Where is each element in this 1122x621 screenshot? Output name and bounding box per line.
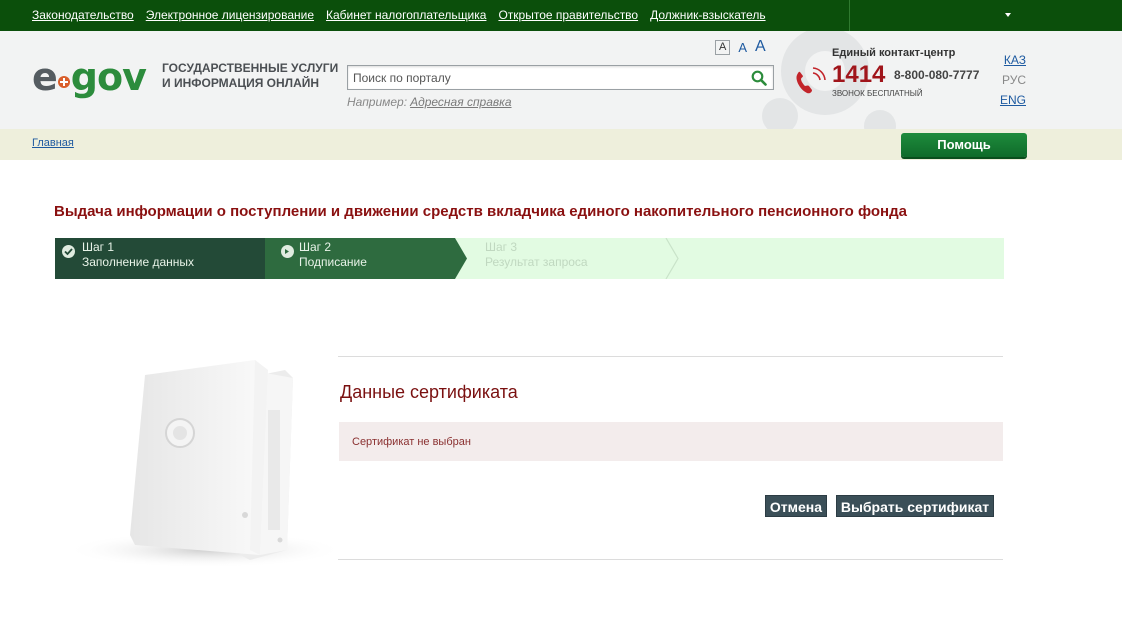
phone-icon xyxy=(796,67,826,94)
tagline-line2: И ИНФОРМАЦИЯ ОНЛАЙН xyxy=(162,76,320,90)
arrow-icon xyxy=(281,245,294,258)
search-example: Например: Адресная справка xyxy=(347,95,512,109)
example-prefix: Например: xyxy=(347,95,408,109)
chevron-down-icon[interactable] xyxy=(1005,13,1011,17)
contact-phone-number: 8-800-080-7777 xyxy=(894,68,980,82)
step-1: Шаг 1 Заполнение данных xyxy=(82,240,194,270)
step-3-number: Шаг 3 xyxy=(485,240,518,254)
contact-short-number: 1414 xyxy=(832,61,886,88)
certificate-title: Данные сертификата xyxy=(340,382,518,402)
lang-eng[interactable]: ENG xyxy=(1000,93,1026,108)
font-size-switcher: A A A xyxy=(715,39,766,55)
step-1-label: Заполнение данных xyxy=(82,255,195,269)
top-link-debtor[interactable]: Должник-взыскатель xyxy=(650,8,765,22)
section-divider-top xyxy=(338,356,1003,357)
top-navigation-bar: Законодательство Электронное лицензирова… xyxy=(0,0,1122,31)
top-link-taxpayer-cabinet[interactable]: Кабинет налогоплательщика xyxy=(326,8,486,22)
top-link-licensing[interactable]: Электронное лицензирование xyxy=(146,8,314,22)
help-button[interactable]: Помощь xyxy=(901,133,1027,157)
font-size-large[interactable]: A xyxy=(755,39,766,55)
check-icon xyxy=(62,245,75,258)
top-link-open-government[interactable]: Открытое правительство xyxy=(498,8,638,22)
contact-title: Единый контакт-центр xyxy=(832,47,956,59)
section-divider-bottom xyxy=(338,559,1003,560)
step-3-divider xyxy=(665,238,679,279)
search-box xyxy=(347,65,774,90)
language-switcher: КАЗ РУС ENG xyxy=(1000,53,1026,108)
plus-icon xyxy=(57,76,70,88)
step-1-number: Шаг 1 xyxy=(82,240,115,254)
egov-logo[interactable]: e gov xyxy=(32,55,147,99)
step-3: Шаг 3 Результат запроса xyxy=(485,240,588,270)
example-link[interactable]: Адресная справка xyxy=(410,95,511,109)
page-title: Выдача информации о поступлении и движен… xyxy=(54,203,907,220)
lang-rus: РУС xyxy=(1001,73,1026,87)
font-size-small[interactable]: A xyxy=(715,40,731,55)
step-2: Шаг 2 Подписание xyxy=(299,240,367,270)
search-input[interactable] xyxy=(348,66,738,89)
binder-image xyxy=(65,360,335,568)
certificate-status-box: Сертификат не выбран xyxy=(339,422,1003,461)
top-links: Законодательство Электронное лицензирова… xyxy=(32,8,766,22)
search-icon[interactable] xyxy=(751,70,767,86)
step-3-label: Результат запроса xyxy=(485,255,588,269)
certificate-status: Сертификат не выбран xyxy=(352,436,471,448)
lang-kaz[interactable]: КАЗ xyxy=(1004,53,1026,68)
top-link-legislation[interactable]: Законодательство xyxy=(32,8,134,22)
breadcrumb-home[interactable]: Главная xyxy=(32,137,74,149)
font-size-medium[interactable]: A xyxy=(738,40,747,55)
site-tagline: ГОСУДАРСТВЕННЫЕ УСЛУГИ И ИНФОРМАЦИЯ ОНЛА… xyxy=(162,61,338,91)
cancel-button[interactable]: Отмена xyxy=(765,495,827,517)
step-2-number: Шаг 2 xyxy=(299,240,332,254)
logo-gov: gov xyxy=(70,55,147,99)
contact-free-call: ЗВОНОК БЕСПЛАТНЫЙ xyxy=(832,89,923,98)
tagline-line1: ГОСУДАРСТВЕННЫЕ УСЛУГИ xyxy=(162,61,339,75)
topbar-divider xyxy=(849,0,850,31)
select-certificate-button[interactable]: Выбрать сертификат xyxy=(836,495,994,517)
step-2-label: Подписание xyxy=(299,255,367,269)
logo-e: e xyxy=(32,55,58,99)
progress-steps: Шаг 1 Заполнение данных Шаг 2 Подписание… xyxy=(55,238,1004,279)
site-header: e gov ГОСУДАРСТВЕННЫЕ УСЛУГИ И ИНФОРМАЦИЯ… xyxy=(0,31,1122,129)
